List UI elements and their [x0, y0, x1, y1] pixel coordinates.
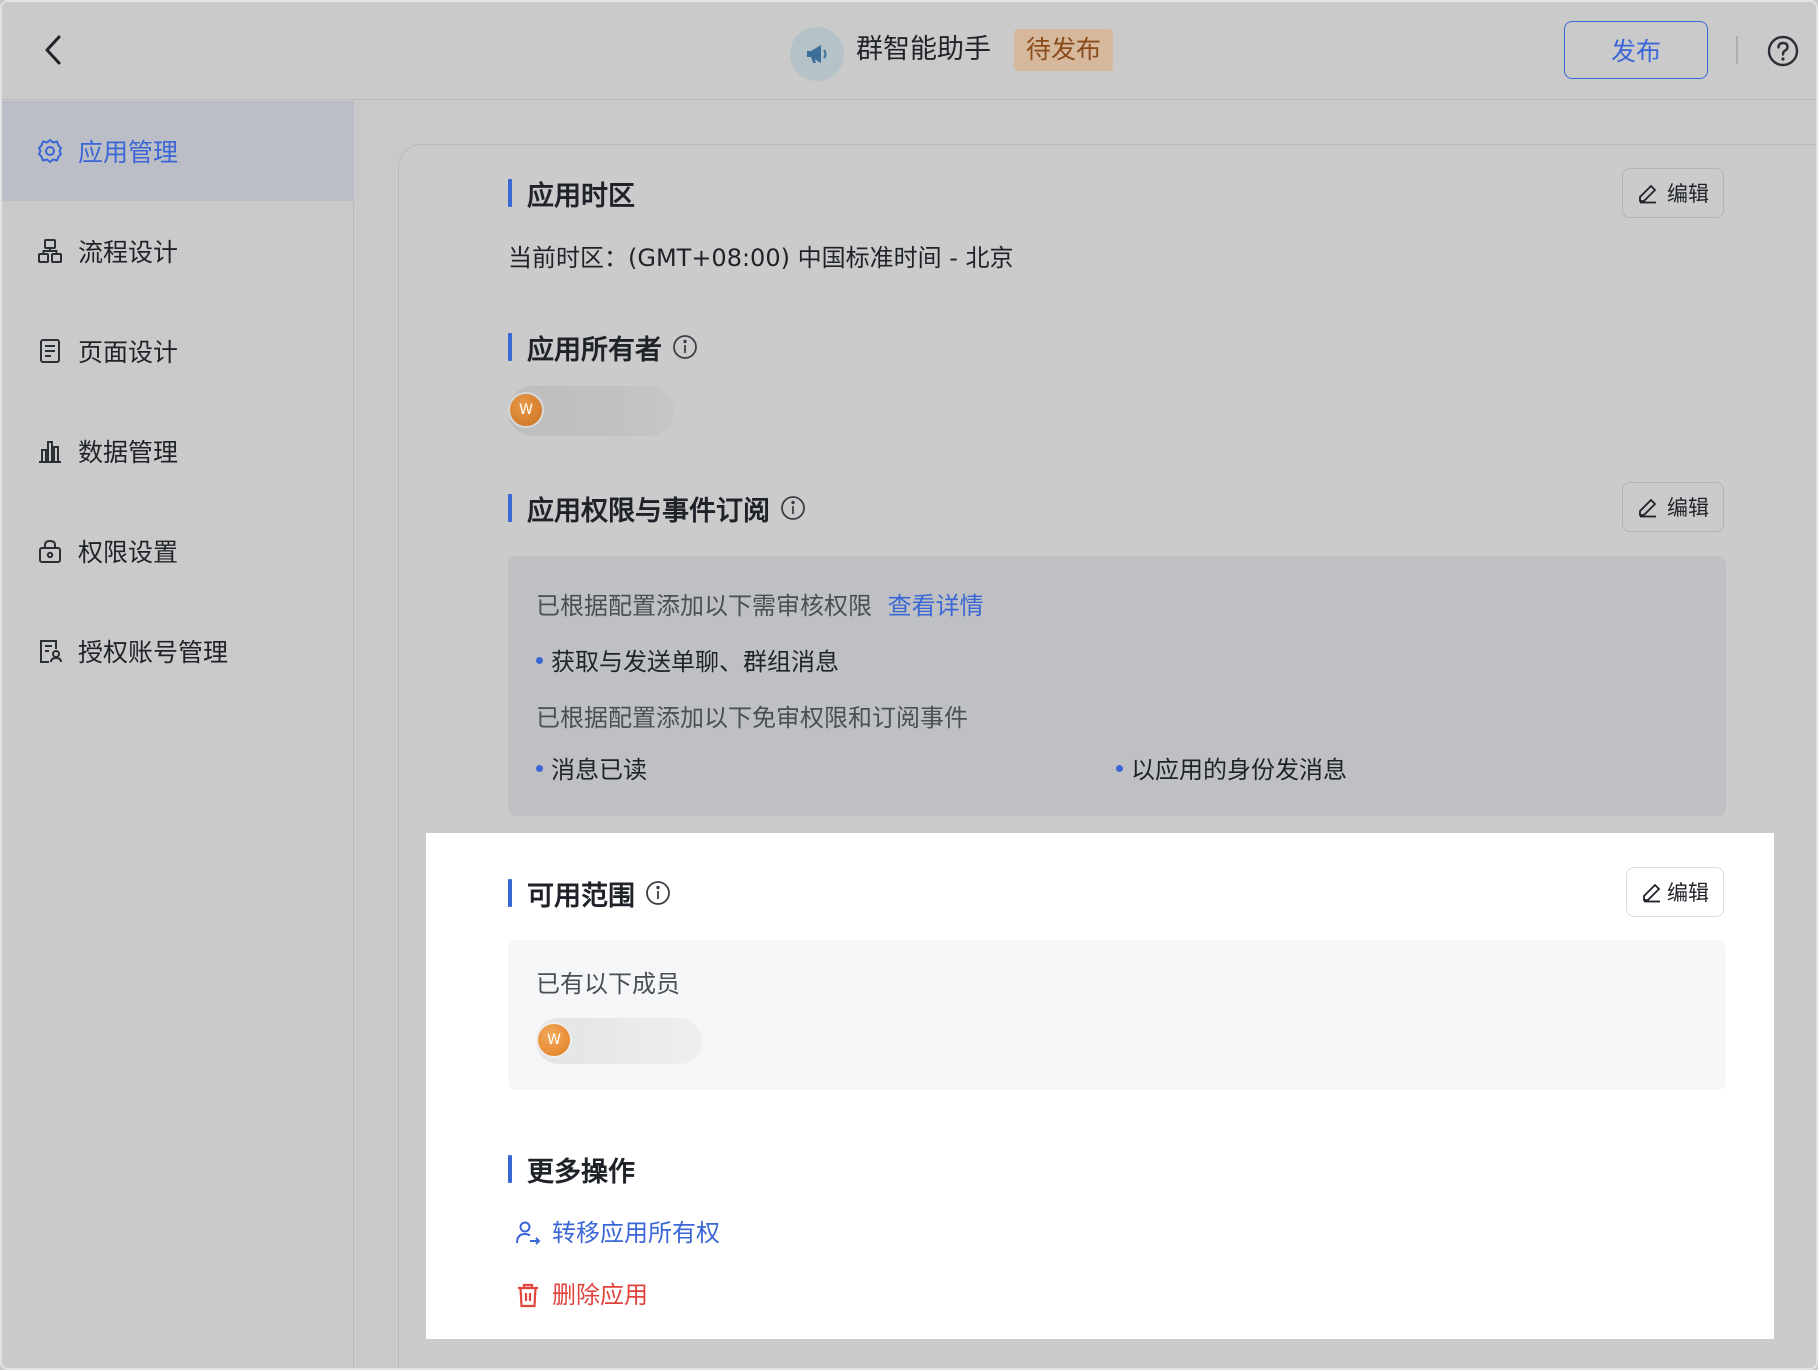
owner-section-title: 应用所有者	[508, 329, 698, 366]
sidebar-item-data-management[interactable]: 数据管理	[2, 401, 354, 501]
user-transfer-icon	[514, 1219, 542, 1247]
pencil-icon	[1643, 883, 1661, 903]
view-details-link[interactable]: 查看详情	[888, 592, 984, 620]
top-bar: 群智能助手 待发布 发布	[2, 2, 1816, 100]
status-badge: 待发布	[1014, 29, 1114, 71]
more-actions-section-title: 更多操作	[508, 1151, 635, 1188]
trash-icon	[514, 1281, 542, 1309]
app-window: 群智能助手 待发布 发布 应用管理 流程设计 页面设计 数据管理 权限设置 授权…	[0, 0, 1818, 1370]
timezone-edit-button[interactable]: 编辑	[1622, 168, 1724, 218]
free-permissions-intro: 已根据配置添加以下免审权限和订阅事件	[536, 704, 968, 732]
help-button[interactable]	[1766, 34, 1800, 68]
scope-edit-button[interactable]: 编辑	[1626, 867, 1724, 917]
pencil-icon	[1639, 498, 1657, 518]
list-item: 以应用的身份发消息	[1116, 754, 1347, 786]
sidebar-item-label: 权限设置	[78, 538, 179, 567]
page-icon	[36, 337, 64, 365]
owner-user-chip[interactable]: W	[508, 386, 674, 436]
lock-icon	[36, 537, 64, 565]
chart-icon	[36, 437, 64, 465]
sidebar: 应用管理 流程设计 页面设计 数据管理 权限设置 授权账号管理	[2, 101, 354, 1368]
sidebar-item-label: 流程设计	[78, 238, 179, 267]
publish-button[interactable]: 发布	[1564, 21, 1708, 79]
app-name: 群智能助手	[856, 34, 991, 65]
account-icon	[36, 637, 64, 665]
list-item: 获取与发送单聊、群组消息	[536, 646, 839, 678]
sidebar-item-page-design[interactable]: 页面设计	[2, 301, 354, 401]
gear-icon	[36, 137, 64, 165]
app-logo	[790, 27, 844, 81]
sidebar-item-label: 数据管理	[78, 438, 179, 467]
info-icon[interactable]	[645, 880, 671, 906]
header-divider	[1736, 36, 1738, 64]
sidebar-item-label: 授权账号管理	[78, 638, 229, 667]
transfer-ownership-button[interactable]: 转移应用所有权	[514, 1217, 720, 1249]
flow-icon	[36, 237, 64, 265]
back-button[interactable]	[38, 32, 68, 68]
scope-section-title: 可用范围	[508, 875, 671, 912]
sidebar-item-label: 应用管理	[78, 138, 179, 167]
sidebar-item-label: 页面设计	[78, 338, 179, 367]
sidebar-item-auth-accounts[interactable]: 授权账号管理	[2, 601, 354, 701]
review-permissions-intro: 已根据配置添加以下需审核权限 查看详情	[536, 592, 984, 620]
delete-app-button[interactable]: 删除应用	[514, 1279, 648, 1311]
members-intro: 已有以下成员	[536, 970, 680, 998]
sidebar-item-permission-settings[interactable]: 权限设置	[2, 501, 354, 601]
sidebar-item-flow-design[interactable]: 流程设计	[2, 201, 354, 301]
avatar: W	[508, 392, 544, 428]
permissions-section-title: 应用权限与事件订阅	[508, 490, 806, 527]
timezone-value: 当前时区：(GMT+08:00) 中国标准时间 - 北京	[508, 244, 1014, 272]
list-item: 消息已读	[536, 754, 647, 786]
info-icon[interactable]	[780, 495, 806, 521]
pencil-icon	[1639, 184, 1657, 204]
chevron-left-icon	[45, 35, 61, 65]
sidebar-item-app-management[interactable]: 应用管理	[2, 101, 354, 201]
member-user-chip[interactable]: W	[536, 1018, 702, 1064]
avatar: W	[536, 1022, 572, 1058]
question-circle-icon	[1767, 35, 1799, 67]
permissions-box: 已根据配置添加以下需审核权限 查看详情 获取与发送单聊、群组消息 已根据配置添加…	[508, 556, 1726, 816]
timezone-section-title: 应用时区	[508, 175, 635, 212]
megaphone-icon	[807, 45, 827, 63]
permissions-edit-button[interactable]: 编辑	[1622, 482, 1724, 532]
info-icon[interactable]	[672, 334, 698, 360]
members-box: 已有以下成员 W	[508, 940, 1726, 1090]
